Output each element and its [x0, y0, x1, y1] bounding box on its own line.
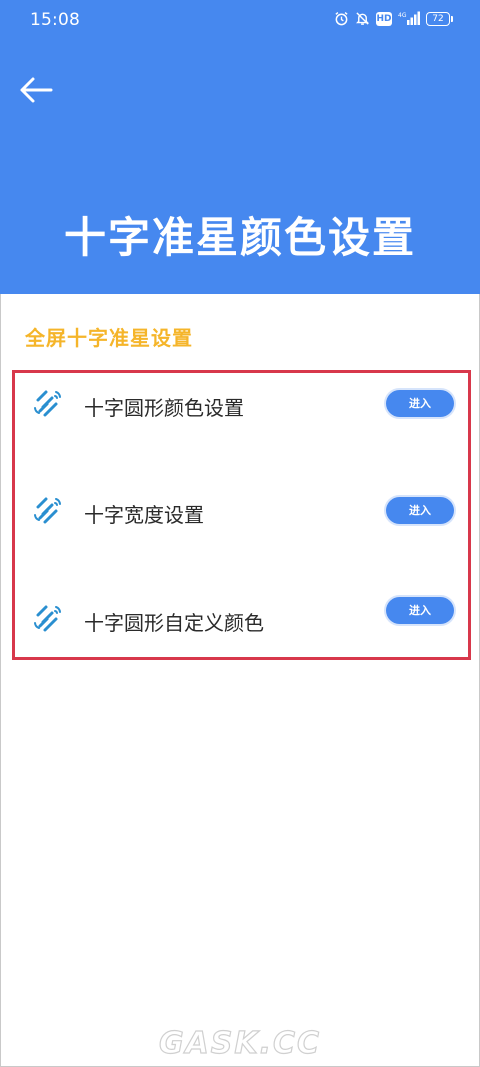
item-label: 十字圆形颜色设置	[84, 396, 244, 420]
back-arrow-icon	[20, 77, 53, 103]
enter-button[interactable]: 进入	[386, 390, 454, 417]
section-title: 全屏十字准星设置	[25, 326, 193, 350]
item-label: 十字宽度设置	[84, 503, 204, 527]
back-button[interactable]	[16, 70, 56, 110]
network-type: 4G	[398, 12, 407, 19]
page-title: 十字准星颜色设置	[63, 213, 416, 262]
alarm-icon	[334, 11, 349, 26]
satellite-icon	[34, 390, 61, 417]
enter-button[interactable]: 进入	[386, 597, 454, 624]
list-item-cross-width[interactable]: 十字宽度设置 进入	[0, 481, 480, 541]
status-icons: HD 4G 72	[334, 11, 453, 26]
item-label: 十字圆形自定义颜色	[84, 611, 264, 635]
hd-badge: HD	[376, 11, 392, 26]
satellite-icon	[34, 605, 61, 632]
status-bar: 15:08 HD 4G 72	[0, 0, 480, 42]
signal-icon: 4G	[398, 11, 420, 26]
mute-bell-icon	[355, 11, 370, 26]
satellite-icon	[34, 497, 61, 524]
watermark: GASK.CC	[158, 1025, 322, 1061]
list-item-custom-color[interactable]: 十字圆形自定义颜色 进入	[0, 589, 480, 649]
status-time: 15:08	[30, 10, 80, 30]
header: 15:08 HD 4G 72 十字准星颜色设置	[0, 0, 480, 294]
list-item-circle-color[interactable]: 十字圆形颜色设置 进入	[0, 374, 480, 434]
enter-button[interactable]: 进入	[386, 497, 454, 524]
battery-icon: 72	[426, 11, 453, 26]
